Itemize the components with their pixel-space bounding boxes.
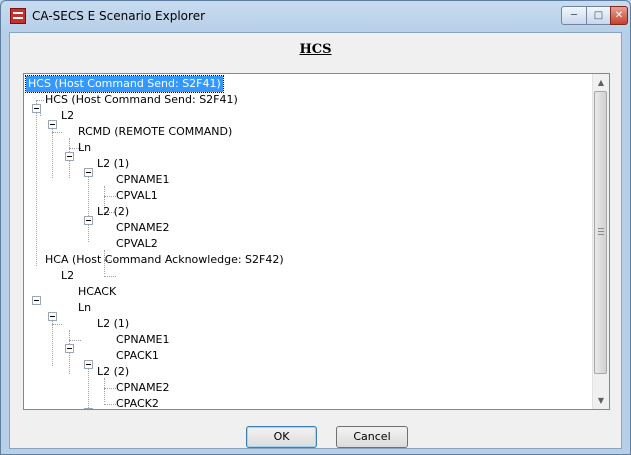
tree-node[interactable]: HCS (Host Command Send: S2F41) — [43, 92, 240, 108]
tree-node[interactable]: L2 (2) — [95, 364, 131, 380]
collapse-icon[interactable] — [65, 344, 74, 353]
tree-node[interactable]: CPNAME1 — [114, 332, 172, 348]
scroll-down-icon[interactable]: ▼ — [593, 392, 609, 409]
collapse-icon[interactable] — [32, 104, 41, 113]
tree-node-label: HCS (Host Command Send: S2F41) — [45, 93, 238, 106]
tree-node[interactable]: L2 — [59, 108, 76, 124]
scroll-up-icon[interactable]: ▲ — [593, 74, 609, 91]
tree-node-label: CPVAL1 — [116, 189, 158, 202]
collapse-icon[interactable] — [84, 216, 93, 225]
tree-node[interactable]: CPNAME2 — [114, 380, 172, 396]
window-title: CA-SECS E Scenario Explorer — [32, 9, 206, 23]
tree-node-label: CPNAME1 — [116, 173, 170, 186]
tree-node[interactable]: L2 (2) — [95, 204, 131, 220]
tree-node-label: HCACK — [78, 285, 117, 298]
tree-node[interactable]: HCA (Host Command Acknowledge: S2F42) — [43, 252, 286, 268]
tree-node-label: CPNAME1 — [116, 333, 170, 346]
tree-line — [52, 132, 62, 133]
collapse-icon[interactable] — [48, 120, 57, 129]
tree-line — [88, 362, 89, 409]
collapse-icon[interactable] — [65, 152, 74, 161]
tree-line — [52, 324, 62, 325]
maximize-button[interactable]: □ — [586, 6, 611, 25]
dialog-body: HCS HCS (Host Command Send: S2F41) HCS (… — [9, 32, 622, 449]
tree-line — [104, 378, 105, 402]
tree-node[interactable]: L2 (1) — [95, 316, 131, 332]
ok-button[interactable]: OK — [246, 426, 317, 448]
tree-node[interactable]: Ln — [76, 140, 93, 156]
tree-node[interactable]: HCACK — [76, 284, 118, 300]
tree-line — [52, 122, 53, 178]
minimize-icon: ─ — [570, 10, 578, 21]
tree-node[interactable]: RCMD (REMOTE COMMAND) — [76, 124, 234, 140]
app-icon — [10, 8, 26, 24]
grip-icon — [598, 228, 604, 235]
collapse-icon[interactable] — [84, 360, 93, 369]
tree-line — [69, 340, 81, 341]
tree-node[interactable]: CPNAME2 — [114, 220, 172, 236]
tree-node[interactable]: L2 (1) — [95, 156, 131, 172]
tree-node[interactable]: Ln — [76, 300, 93, 316]
collapse-icon[interactable] — [84, 408, 93, 409]
collapse-icon[interactable] — [48, 312, 57, 321]
tree-node[interactable]: CPACK1 — [114, 348, 161, 364]
tree-node-root[interactable]: HCS (Host Command Send: S2F41) — [25, 75, 224, 93]
tree-node[interactable]: CPVAL2 — [114, 236, 160, 252]
tree-node-label: L2 — [61, 269, 75, 282]
scrollbar-thumb[interactable] — [594, 91, 607, 374]
cancel-button[interactable]: Cancel — [336, 426, 408, 448]
close-button[interactable]: ✕ — [610, 6, 628, 25]
tree-node-label: HCA (Host Command Acknowledge: S2F42) — [45, 253, 284, 266]
tree-node-label: CPVAL2 — [116, 237, 158, 250]
tree-node-label: L2 (2) — [97, 205, 130, 218]
tree-node[interactable]: L2 — [59, 268, 76, 284]
maximize-icon: □ — [593, 10, 604, 21]
tree-node-label: Ln — [78, 301, 92, 314]
minimize-button[interactable]: ─ — [561, 6, 587, 25]
vertical-scrollbar[interactable]: ▲ ▼ — [592, 74, 609, 409]
tree-node-label: HCS (Host Command Send: S2F41) — [25, 75, 224, 93]
collapse-icon[interactable] — [32, 296, 41, 305]
dialog-heading: HCS — [299, 42, 332, 57]
tree-node[interactable]: CPNAME1 — [114, 172, 172, 188]
tree-node-label: CPNAME2 — [116, 381, 170, 394]
title-bar[interactable]: CA-SECS E Scenario Explorer ─ □ ✕ — [1, 1, 630, 31]
tree-node-label: L2 (1) — [97, 317, 130, 330]
tree-node-label: L2 (1) — [97, 157, 130, 170]
scenario-tree[interactable]: HCS (Host Command Send: S2F41) HCS (Host… — [23, 73, 610, 410]
tree-node[interactable]: CPACK2 — [114, 396, 161, 410]
tree-node-label: CPACK1 — [116, 349, 159, 362]
tree-line — [52, 314, 53, 366]
tree-node[interactable]: CPVAL1 — [114, 188, 160, 204]
tree-line — [104, 276, 116, 277]
collapse-icon[interactable] — [84, 168, 93, 177]
tree-line — [88, 170, 89, 242]
tree-node-label: L2 (2) — [97, 365, 130, 378]
explorer-window: CA-SECS E Scenario Explorer ─ □ ✕ HCS HC… — [0, 0, 631, 455]
close-icon: ✕ — [614, 10, 624, 21]
tree-node-label: CPACK2 — [116, 397, 159, 410]
tree-node-label: Ln — [78, 141, 92, 154]
tree-line — [36, 100, 37, 266]
tree-node-label: CPNAME2 — [116, 221, 170, 234]
tree-node-label: L2 — [61, 109, 75, 122]
tree-node-label: RCMD (REMOTE COMMAND) — [78, 125, 233, 138]
